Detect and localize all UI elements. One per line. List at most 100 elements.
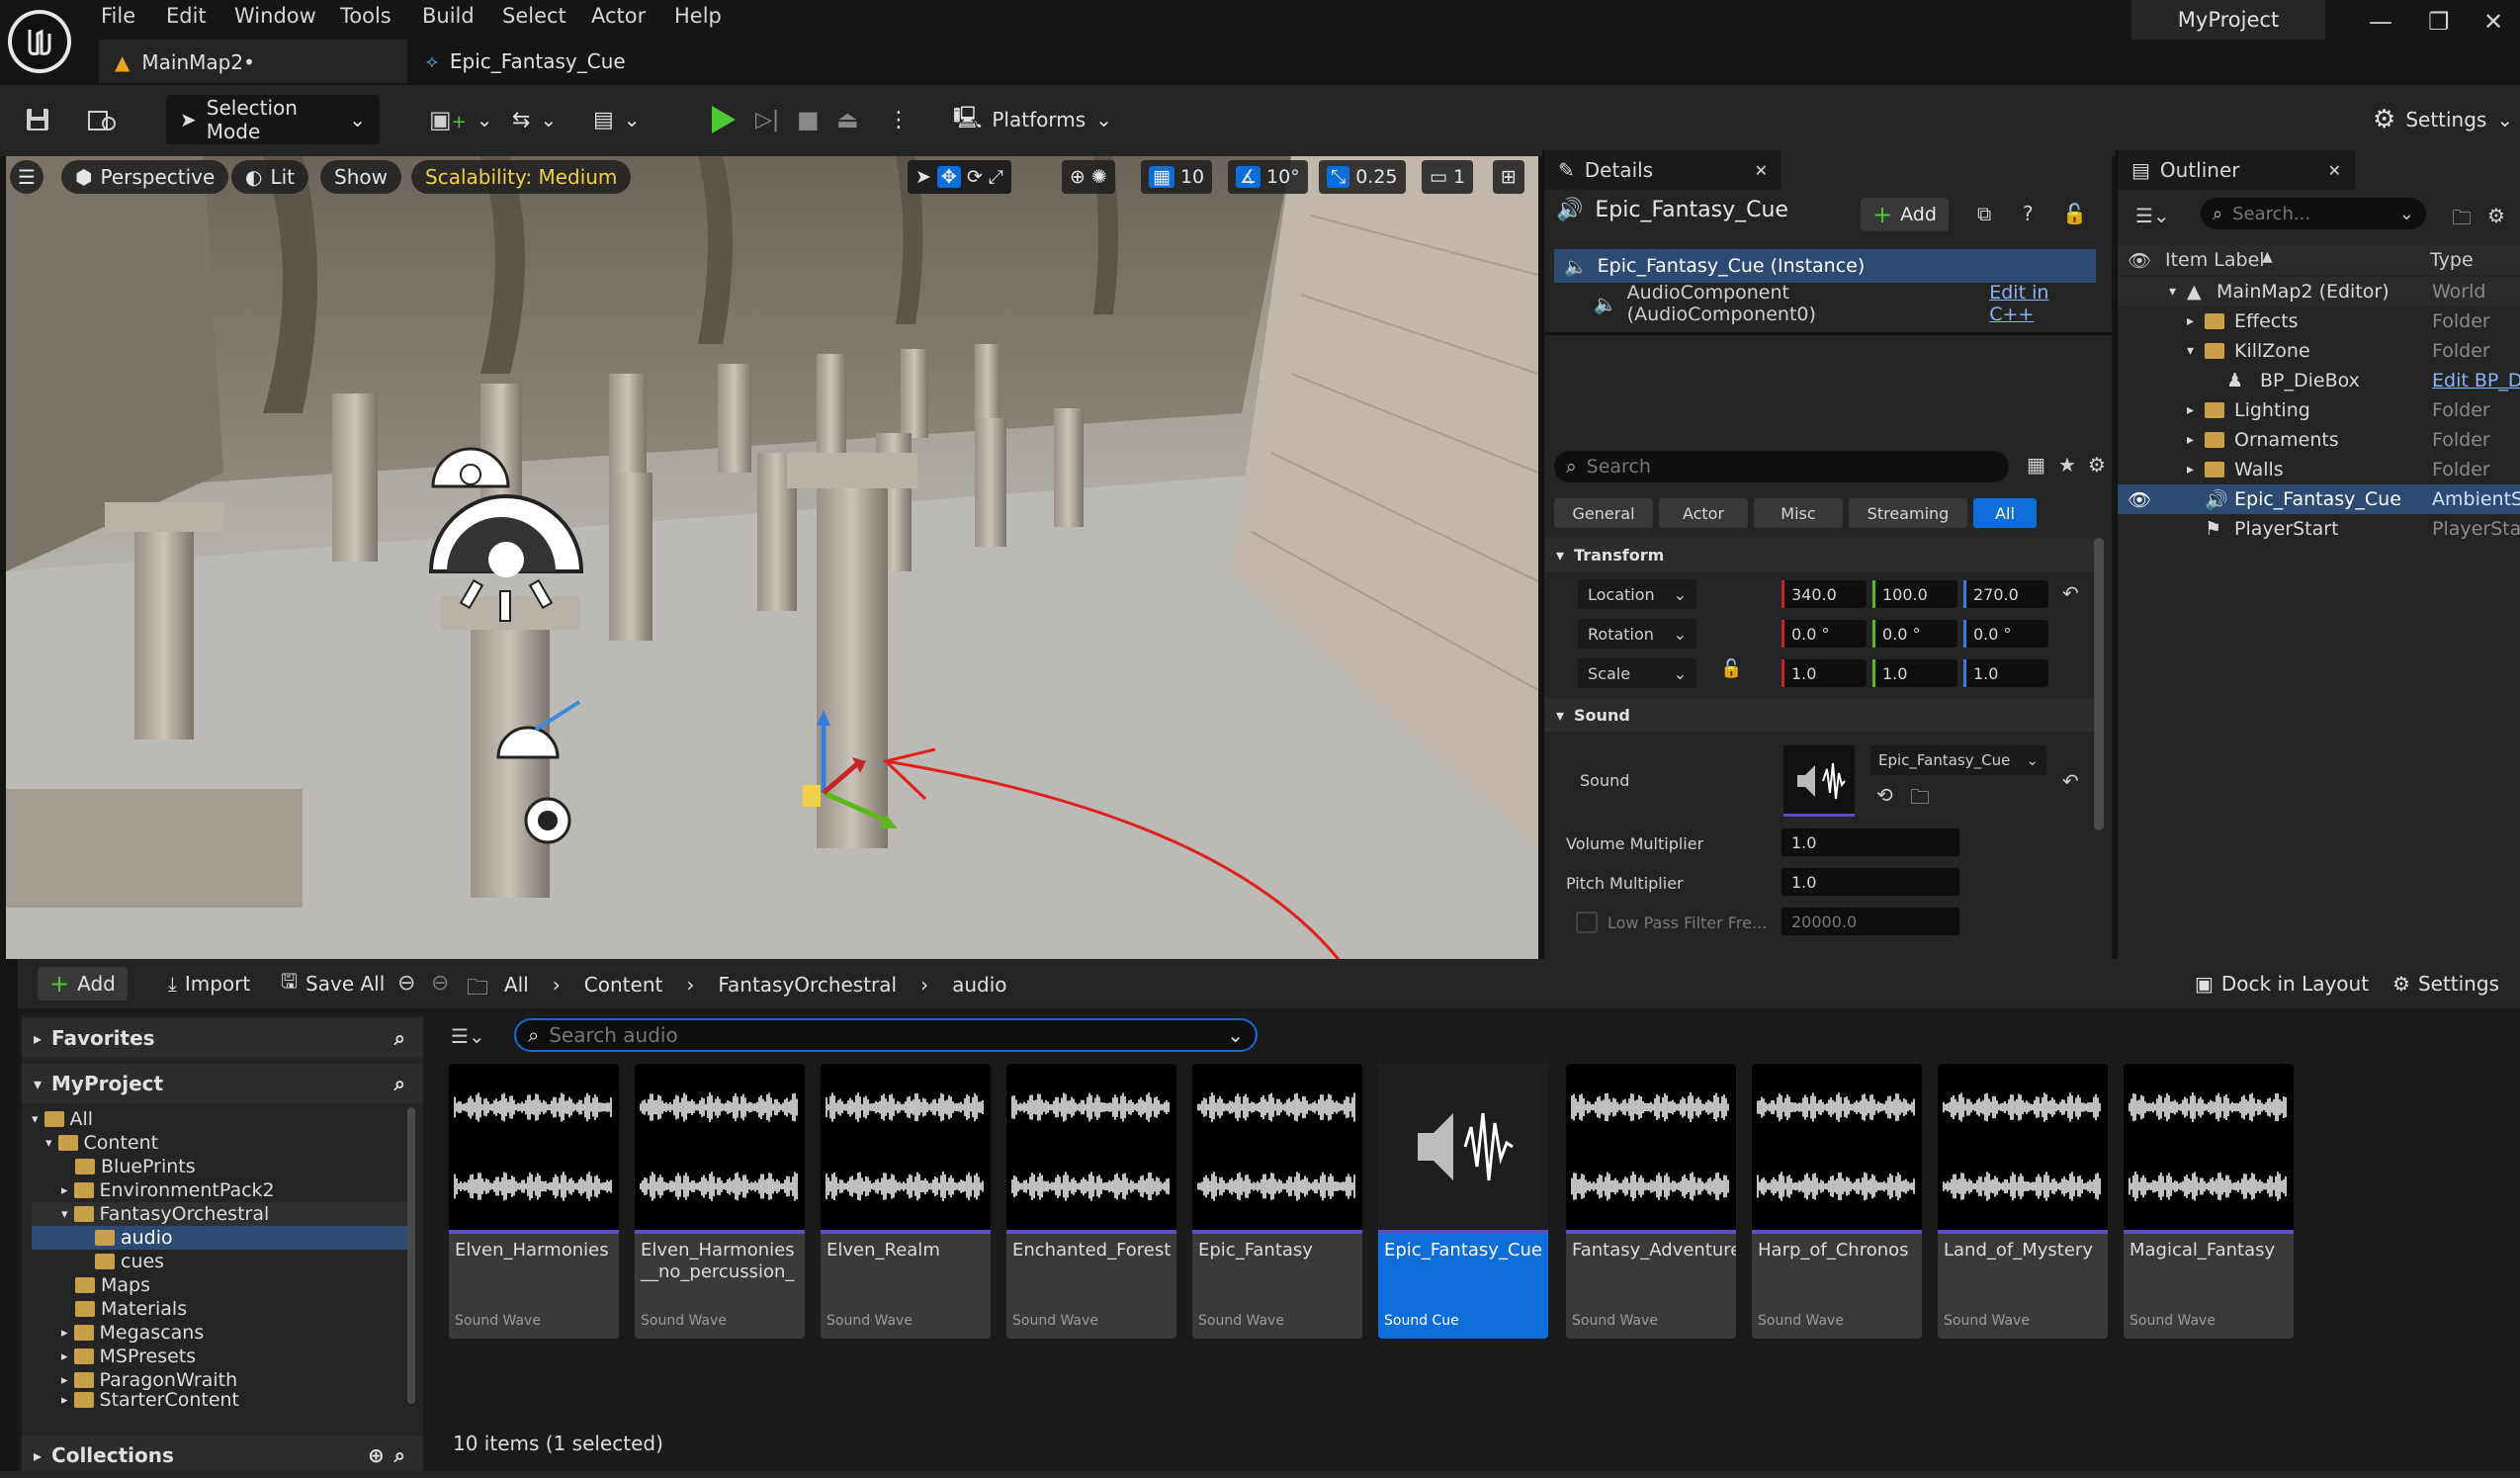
- coordinate-space-button[interactable]: ⊕ ✺: [1062, 160, 1115, 194]
- outliner-row-effects[interactable]: ▸ Effects Folder: [2118, 306, 2520, 336]
- breadcrumb-fantasy-orchestral[interactable]: FantasyOrchestral: [718, 973, 897, 997]
- audio-component-row[interactable]: 🔈 AudioComponent (AudioComponent0) Edit …: [1594, 282, 2098, 325]
- sound-section-header[interactable]: ▾ Sound: [1544, 698, 2098, 732]
- breadcrumb-all[interactable]: All: [504, 973, 529, 997]
- asset-tile-epic-fantasy-cue[interactable]: Epic_Fantasy_Cue Sound Cue: [1378, 1064, 1548, 1339]
- dock-in-layout-button[interactable]: ▣ Dock in Layout: [2183, 967, 2381, 1000]
- tab-streaming[interactable]: Streaming: [1849, 498, 1967, 528]
- select-tool-icon[interactable]: ➤: [915, 166, 931, 188]
- play-options-button[interactable]: ⋮: [888, 95, 910, 144]
- asset-tile-elven-harmonies-no-percussion[interactable]: Elven_Harmonies__no_percussion_ Sound Wa…: [635, 1064, 805, 1339]
- menu-window[interactable]: Window: [234, 4, 316, 28]
- back-icon[interactable]: ⊖: [397, 971, 415, 996]
- tree-mspresets[interactable]: ▸ MSPresets: [32, 1345, 413, 1368]
- component-instance-row[interactable]: 🔈 Epic_Fantasy_Cue (Instance): [1554, 249, 2096, 283]
- details-tab[interactable]: ✎ Details ✕: [1544, 150, 1781, 190]
- favorites-header[interactable]: ▸ Favorites ⌕: [22, 1018, 423, 1058]
- rotate-tool-icon[interactable]: ⟳: [967, 166, 983, 188]
- tree-maps[interactable]: Maps: [32, 1273, 413, 1297]
- pitch-multiplier-field[interactable]: 1.0: [1781, 868, 1959, 896]
- scale-x-field[interactable]: 1.0: [1781, 659, 1867, 687]
- cb-add-button[interactable]: + Add: [38, 967, 128, 1000]
- add-folder-icon[interactable]: 🗀: [2452, 204, 2472, 237]
- angle-snap-button[interactable]: ∡ 10°: [1228, 160, 1308, 194]
- outliner-row-killzone[interactable]: ▾ KillZone Folder: [2118, 336, 2520, 366]
- step-button[interactable]: ▷|: [755, 95, 779, 144]
- tree-megascans[interactable]: ▸ Megascans: [32, 1321, 413, 1345]
- search-icon[interactable]: ⌕: [394, 1443, 405, 1467]
- menu-build[interactable]: Build: [422, 4, 475, 28]
- location-z-field[interactable]: 270.0: [1963, 580, 2048, 608]
- tab-all[interactable]: All: [1973, 498, 2037, 528]
- edit-bp-link[interactable]: Edit BP_D: [2432, 370, 2520, 391]
- sound-thumbnail[interactable]: [1783, 745, 1855, 817]
- menu-edit[interactable]: Edit: [166, 4, 207, 28]
- selection-mode-dropdown[interactable]: ➤ Selection Mode ⌄: [166, 95, 380, 144]
- table-view-icon[interactable]: ▦: [2027, 453, 2045, 477]
- scale-y-field[interactable]: 1.0: [1872, 659, 1957, 687]
- tab-misc[interactable]: Misc: [1754, 498, 1843, 528]
- rotation-z-field[interactable]: 0.0 °: [1963, 620, 2048, 648]
- star-icon[interactable]: ★: [2058, 453, 2076, 477]
- add-component-button[interactable]: + Add: [1861, 198, 1949, 231]
- blueprint-convert-icon[interactable]: ⧉: [1977, 202, 1991, 225]
- tree-all[interactable]: ▾ All: [32, 1107, 413, 1131]
- outliner-row-bp-diebox[interactable]: ♟ BP_DieBox Edit BP_D: [2118, 366, 2520, 395]
- visibility-icon[interactable]: 👁: [2128, 488, 2151, 511]
- gear-icon[interactable]: ⚙: [2487, 204, 2505, 227]
- tree-startercontent[interactable]: ▸ StarterContent: [32, 1392, 413, 1408]
- project-header[interactable]: ▾ MyProject ⌕: [22, 1064, 423, 1103]
- unreal-logo-icon[interactable]: [8, 10, 71, 73]
- restore-icon[interactable]: ❐: [2428, 8, 2450, 36]
- menu-select[interactable]: Select: [502, 4, 566, 28]
- tree-cues[interactable]: cues: [32, 1250, 413, 1273]
- tree-fantasyorchestral[interactable]: ▾ FantasyOrchestral: [32, 1202, 413, 1226]
- blueprint-button[interactable]: ⇆ ⌄: [512, 95, 557, 144]
- import-button[interactable]: ⤓ Import: [156, 967, 262, 1000]
- search-icon[interactable]: ⌕: [394, 1072, 405, 1095]
- outliner-row-epic-fantasy-cue[interactable]: 👁 🔊 Epic_Fantasy_Cue AmbientSo: [2118, 484, 2520, 514]
- tab-epic-fantasy-cue[interactable]: ⟡ Epic_Fantasy_Cue: [410, 40, 667, 83]
- use-selected-icon[interactable]: ⟲: [1876, 783, 1893, 807]
- close-icon[interactable]: ✕: [1755, 161, 1768, 180]
- lock-icon[interactable]: 🔓: [2062, 202, 2087, 225]
- scalability-button[interactable]: Scalability: Medium: [411, 160, 632, 194]
- help-icon[interactable]: ?: [2023, 202, 2034, 225]
- settings-dropdown[interactable]: ⚙ Settings ⌄: [2373, 95, 2513, 144]
- low-pass-checkbox[interactable]: [1576, 912, 1598, 933]
- tree-blueprints[interactable]: BluePrints: [32, 1155, 413, 1178]
- tab-mainmap2[interactable]: ▲ MainMap2•: [99, 40, 407, 83]
- content-icon[interactable]: [87, 95, 119, 144]
- rotation-y-field[interactable]: 0.0 °: [1872, 620, 1957, 648]
- outliner-row-walls[interactable]: ▸ Walls Folder: [2118, 455, 2520, 484]
- rotation-x-field[interactable]: 0.0 °: [1781, 620, 1867, 648]
- col-type[interactable]: Type: [2430, 249, 2474, 271]
- translate-tool-icon[interactable]: ✥: [936, 166, 961, 188]
- cb-settings-button[interactable]: ⚙ Settings: [2381, 967, 2511, 1000]
- gear-icon[interactable]: ⚙: [2088, 453, 2106, 477]
- reset-sound-icon[interactable]: ↶: [2062, 769, 2079, 793]
- browse-asset-icon[interactable]: 🗀: [1910, 783, 1930, 817]
- level-viewport[interactable]: [6, 156, 1538, 959]
- search-icon[interactable]: ⌕: [394, 1026, 405, 1050]
- tab-general[interactable]: General: [1554, 498, 1653, 528]
- close-icon[interactable]: ✕: [2328, 161, 2341, 180]
- tree-content[interactable]: ▾ Content: [32, 1131, 413, 1155]
- rotation-dropdown[interactable]: Rotation ⌄: [1578, 619, 1696, 649]
- menu-help[interactable]: Help: [674, 4, 722, 28]
- scale-z-field[interactable]: 1.0: [1963, 659, 2048, 687]
- volume-multiplier-field[interactable]: 1.0: [1781, 828, 1959, 856]
- scale-tool-icon[interactable]: ⤢: [989, 166, 1003, 188]
- location-y-field[interactable]: 100.0: [1872, 580, 1957, 608]
- details-search-input[interactable]: ⌕ Search: [1554, 451, 2009, 482]
- reset-location-icon[interactable]: ↶: [2062, 581, 2079, 605]
- filter-icon[interactable]: ☰⌄: [451, 1024, 485, 1048]
- scale-lock-icon[interactable]: 🔓: [1720, 658, 1742, 679]
- low-pass-field[interactable]: 20000.0: [1781, 908, 1959, 935]
- menu-actor[interactable]: Actor: [591, 4, 646, 28]
- asset-search-input[interactable]: ⌕ Search audio ⌄: [514, 1018, 1258, 1052]
- stop-button[interactable]: ■: [797, 95, 820, 144]
- col-item-label[interactable]: Item Label: [2165, 249, 2265, 271]
- grid-snap-button[interactable]: ▦ 10: [1141, 160, 1213, 194]
- play-button[interactable]: [712, 95, 736, 144]
